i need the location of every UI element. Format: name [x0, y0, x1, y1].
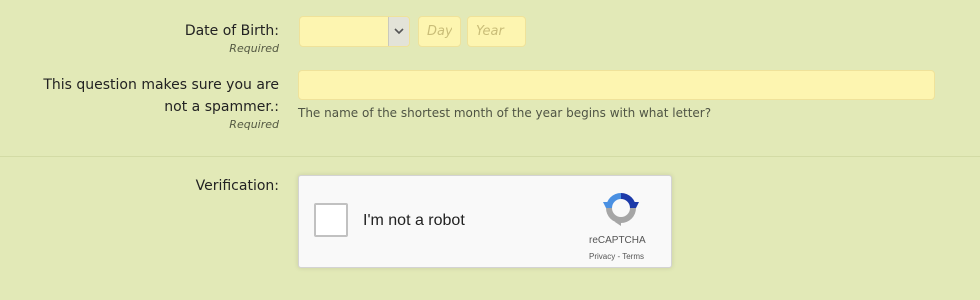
spam-question-label-line1: This question makes sure you are	[43, 77, 279, 93]
recaptcha-logo-icon	[601, 188, 641, 228]
recaptcha-widget: I'm not a robot reCAPTCHA Privacy - Term…	[298, 175, 672, 268]
dob-year-input[interactable]	[467, 16, 526, 47]
section-divider	[0, 156, 980, 157]
recaptcha-links: Privacy - Terms	[589, 252, 644, 261]
chevron-down-icon[interactable]	[388, 17, 409, 46]
verification-label: Verification:	[195, 178, 279, 194]
spam-question-required-note: Required	[229, 118, 279, 131]
dob-label-group: Date of Birth: Required	[9, 20, 279, 56]
recaptcha-privacy-link[interactable]: Privacy	[589, 252, 615, 261]
recaptcha-checkbox[interactable]	[314, 203, 348, 237]
dob-required-note: Required	[229, 42, 279, 55]
recaptcha-brand-text: reCAPTCHA	[589, 235, 646, 246]
recaptcha-terms-link[interactable]: Terms	[622, 252, 644, 261]
verification-label-group: Verification:	[9, 175, 279, 197]
spam-answer-input[interactable]	[298, 70, 935, 100]
dob-month-select[interactable]	[299, 16, 410, 47]
spam-question-explain: The name of the shortest month of the ye…	[298, 106, 712, 120]
spam-question-label-line2: not a spammer.:	[164, 99, 279, 115]
dob-day-input[interactable]	[418, 16, 461, 47]
recaptcha-checkbox-label: I'm not a robot	[363, 212, 465, 229]
dob-label: Date of Birth:	[184, 23, 279, 39]
spam-question-label-group: This question makes sure you are not a s…	[9, 74, 279, 132]
